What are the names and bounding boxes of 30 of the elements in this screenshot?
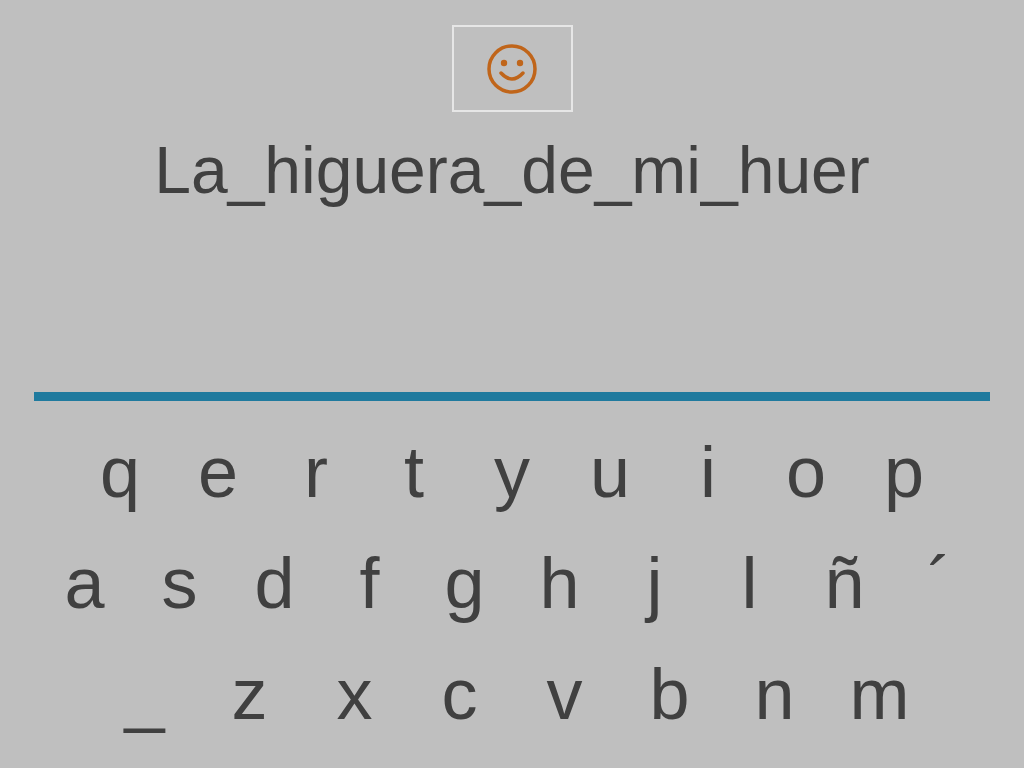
key-button[interactable]: u bbox=[561, 421, 659, 522]
key-button[interactable]: i bbox=[659, 421, 757, 522]
key-button[interactable]: y bbox=[463, 421, 561, 522]
key-button[interactable]: c bbox=[407, 643, 512, 744]
key-button[interactable]: d bbox=[227, 532, 322, 633]
key-button[interactable]: h bbox=[512, 532, 607, 633]
key-button[interactable]: r bbox=[267, 421, 365, 522]
key-button[interactable]: n bbox=[722, 643, 827, 744]
key-button[interactable]: ñ bbox=[797, 532, 892, 633]
key-button[interactable]: t bbox=[365, 421, 463, 522]
key-button[interactable]: b bbox=[617, 643, 722, 744]
key-button[interactable]: j bbox=[607, 532, 702, 633]
feedback-button[interactable] bbox=[451, 25, 573, 112]
key-button[interactable]: o bbox=[757, 421, 855, 522]
key-button[interactable]: v bbox=[512, 643, 617, 744]
key-button[interactable]: q bbox=[71, 421, 169, 522]
key-button[interactable]: l bbox=[702, 532, 797, 633]
smiley-icon bbox=[486, 42, 538, 95]
key-button[interactable]: z bbox=[197, 643, 302, 744]
phrase-text: La_higuera_de_mi_huer bbox=[154, 132, 870, 208]
key-button[interactable]: e bbox=[169, 421, 267, 522]
key-button[interactable]: g bbox=[417, 532, 512, 633]
key-button[interactable]: s bbox=[132, 532, 227, 633]
key-button[interactable]: _ bbox=[92, 643, 197, 744]
key-button[interactable]: m bbox=[827, 643, 932, 744]
key-button[interactable]: p bbox=[855, 421, 953, 522]
key-button[interactable]: f bbox=[322, 532, 417, 633]
key-button[interactable]: x bbox=[302, 643, 407, 744]
key-button[interactable]: a bbox=[37, 532, 132, 633]
key-button[interactable]: ´ bbox=[892, 532, 987, 633]
